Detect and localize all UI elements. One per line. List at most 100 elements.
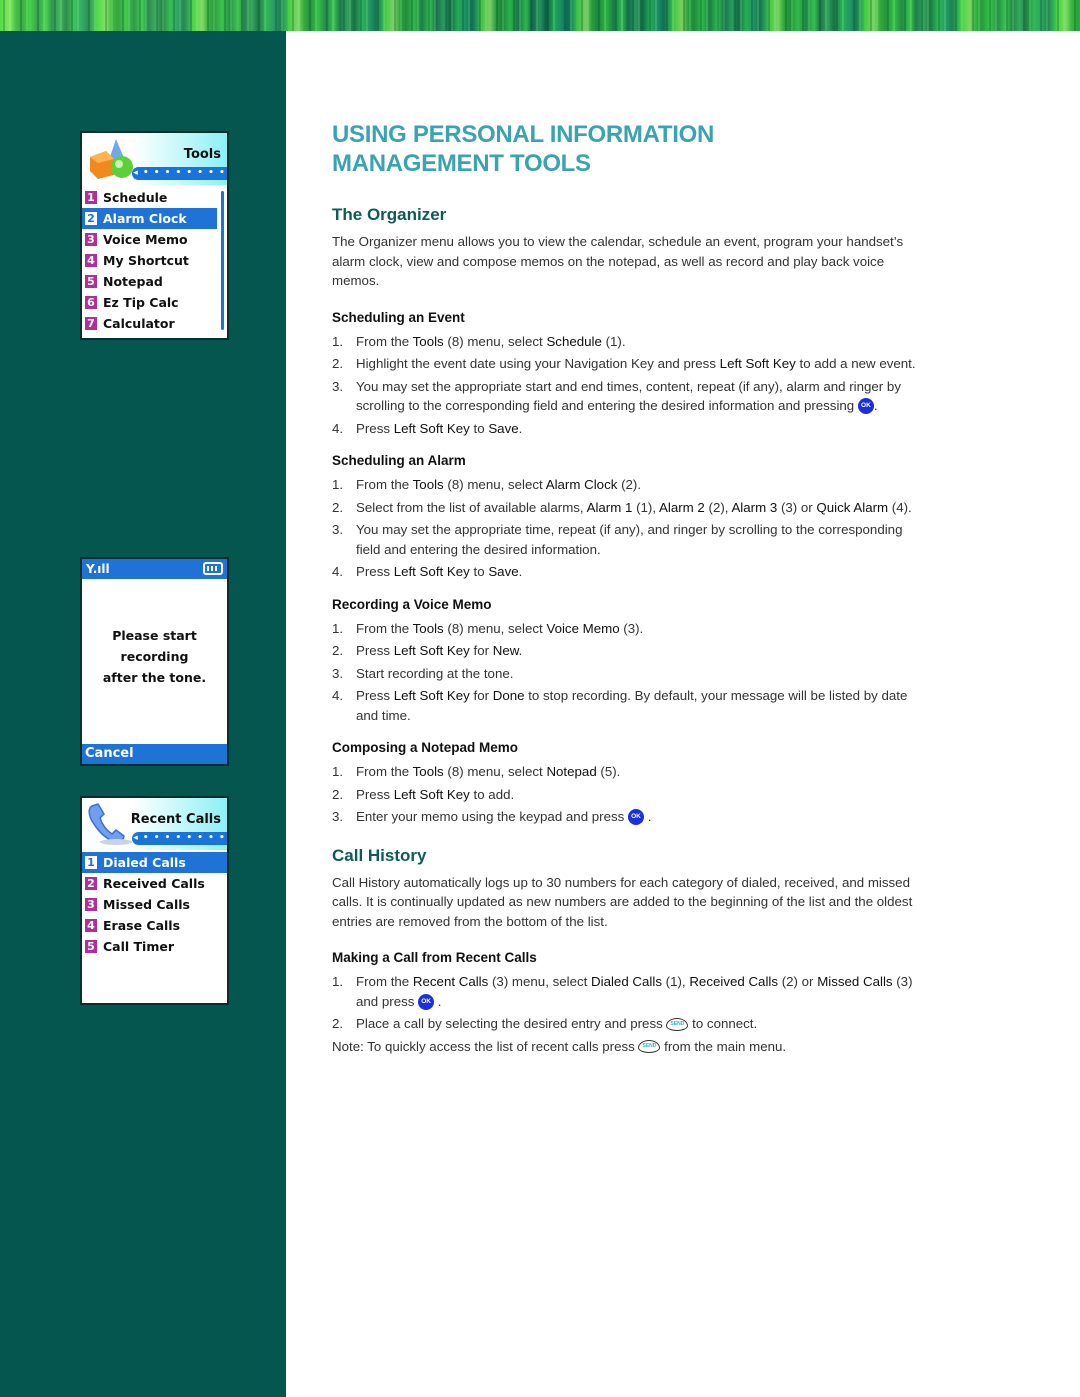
- text: From the: [356, 477, 413, 492]
- ui-term: Alarm Clock: [545, 477, 618, 492]
- step-number: 1.: [332, 333, 344, 349]
- item-label: Received Calls: [103, 876, 205, 891]
- step: 4. Press Left Soft Key to Save.: [332, 562, 922, 582]
- record-prompt: Please start recording after the tone.: [82, 625, 227, 688]
- ui-term: Alarm 1: [586, 499, 633, 515]
- text: (1),: [632, 499, 660, 515]
- cancel-soft-key[interactable]: Cancel: [82, 744, 227, 764]
- text: Enter your memo using the keypad and pre…: [356, 809, 628, 824]
- step-number: 1.: [332, 764, 344, 779]
- ui-term: Left Soft Key: [393, 786, 470, 802]
- item-number: 4: [85, 919, 97, 932]
- text: From the: [356, 764, 413, 779]
- text: Note: To quickly access the list of rece…: [332, 1038, 639, 1054]
- ui-term: Schedule: [546, 333, 602, 349]
- text: From the: [356, 333, 413, 349]
- menu-item-missed-calls[interactable]: 3 Missed Calls: [82, 894, 227, 915]
- decorative-header-strip: [0, 0, 1080, 31]
- ui-term: Save: [488, 564, 519, 579]
- ok-button-icon: OK: [418, 993, 435, 1010]
- item-label: Calculator: [103, 316, 175, 331]
- scheduling-alarm-heading: Scheduling an Alarm: [332, 453, 466, 468]
- step-number: 4.: [332, 688, 344, 703]
- item-label: Voice Memo: [103, 232, 188, 247]
- menu-item-dialed-calls[interactable]: 1 Dialed Calls: [82, 852, 227, 873]
- step-number: 4.: [332, 420, 344, 436]
- menu-nav-bar[interactable]: ◂ • • • • • • • • ▸: [132, 167, 227, 191]
- step: 3. You may set the appropriate start and …: [332, 377, 922, 416]
- item-number: 1: [85, 856, 97, 869]
- menu-item-schedule[interactable]: 1 Schedule: [82, 187, 217, 208]
- step: 3. Start recording at the tone.: [332, 664, 922, 684]
- notepad-memo-heading: Composing a Notepad Memo: [332, 740, 519, 755]
- ui-term: Recent Calls: [412, 974, 489, 989]
- item-number: 6: [85, 296, 97, 309]
- step: 4. Press Left Soft Key for Done to stop r…: [332, 686, 922, 725]
- step: 1. From the Tools (8) menu, select Notepa…: [332, 762, 922, 782]
- step: 2. Press Left Soft Key to add.: [332, 785, 922, 805]
- tools-menu-list: 1 Schedule 2 Alarm Clock 3 Voice Memo 4 My S…: [82, 185, 227, 334]
- send-key-icon: SEND: [666, 1017, 689, 1031]
- screen-title: Recent Calls: [130, 812, 221, 827]
- item-number: 4: [85, 254, 97, 267]
- text: .: [644, 809, 652, 824]
- menu-nav-bar[interactable]: ◂ • • • • • • • • ▸: [132, 832, 227, 856]
- item-number: 2: [85, 877, 97, 890]
- item-number: 5: [85, 940, 97, 953]
- text: (8) menu, select: [443, 620, 547, 636]
- step-number: 4.: [332, 564, 344, 579]
- text: Press: [356, 564, 394, 579]
- step: 1. From the Tools (8) menu, select Schedu…: [332, 332, 922, 352]
- text: (8) menu, select: [443, 477, 546, 492]
- text: to add.: [469, 786, 515, 802]
- menu-item-alarm-clock[interactable]: 2 Alarm Clock: [82, 208, 217, 229]
- call-history-heading: Call History: [332, 845, 427, 865]
- text: for: [469, 688, 493, 703]
- menu-item-notepad[interactable]: 5 Notepad: [82, 271, 217, 292]
- text: (2),: [704, 499, 732, 515]
- text: to connect.: [688, 1016, 758, 1031]
- menu-item-erase-calls[interactable]: 4 Erase Calls: [82, 915, 227, 936]
- item-label: Dialed Calls: [103, 855, 186, 870]
- ui-term: Missed Calls: [817, 974, 893, 989]
- text: (1).: [601, 333, 626, 349]
- item-label: Ez Tip Calc: [103, 295, 179, 310]
- text: You may set the appropriate start and en…: [356, 378, 901, 414]
- recent-calls-screen: Recent Calls ◂ • • • • • • • • ▸ 1 Dialed…: [80, 796, 229, 1005]
- scheduling-alarm-steps: 1. From the Tools (8) menu, select Alarm …: [332, 475, 922, 582]
- text: .: [873, 398, 878, 413]
- text: Select from the list of available alarms…: [356, 499, 587, 515]
- step-number: 1.: [332, 974, 344, 989]
- organizer-intro: The Organizer menu allows you to view th…: [332, 234, 904, 288]
- ui-term: Dialed Calls: [591, 974, 662, 989]
- item-label: Alarm Clock: [103, 211, 187, 226]
- text: (4).: [888, 499, 912, 515]
- send-key-icon: SEND: [638, 1040, 661, 1054]
- scheduling-event-heading: Scheduling an Event: [332, 309, 465, 325]
- step-number: 2.: [332, 499, 344, 515]
- text: Press: [356, 786, 394, 802]
- scrollbar[interactable]: [221, 191, 224, 330]
- menu-item-received-calls[interactable]: 2 Received Calls: [82, 873, 227, 894]
- text: (3).: [619, 620, 644, 636]
- voice-memo-steps: 1. From the Tools (8) menu, select Voice …: [332, 619, 922, 726]
- step-number: 3.: [332, 378, 344, 394]
- text: (8) menu, select: [443, 764, 547, 779]
- text: Press: [356, 420, 394, 436]
- ok-button-icon: OK: [628, 809, 644, 826]
- menu-item-my-shortcut[interactable]: 4 My Shortcut: [82, 250, 217, 271]
- ui-term: Done: [492, 688, 525, 703]
- text: .: [518, 643, 523, 658]
- menu-item-call-timer[interactable]: 5 Call Timer: [82, 936, 227, 957]
- step-number: 2.: [332, 643, 344, 658]
- ui-term: Tools: [412, 764, 444, 779]
- prompt-line: Please start: [112, 628, 197, 643]
- prompt-line: after the tone.: [102, 670, 207, 685]
- tools-menu-screen: Tools ◂ • • • • • • • • ▸ 1 Schedule 2 Ala…: [80, 131, 229, 340]
- menu-item-ez-tip-calc[interactable]: 6 Ez Tip Calc: [82, 292, 217, 313]
- ui-term: Left Soft Key: [393, 420, 470, 436]
- item-number: 1: [85, 191, 97, 204]
- menu-item-voice-memo[interactable]: 3 Voice Memo: [82, 229, 217, 250]
- item-label: Missed Calls: [103, 897, 190, 912]
- menu-item-calculator[interactable]: 7 Calculator: [82, 313, 217, 334]
